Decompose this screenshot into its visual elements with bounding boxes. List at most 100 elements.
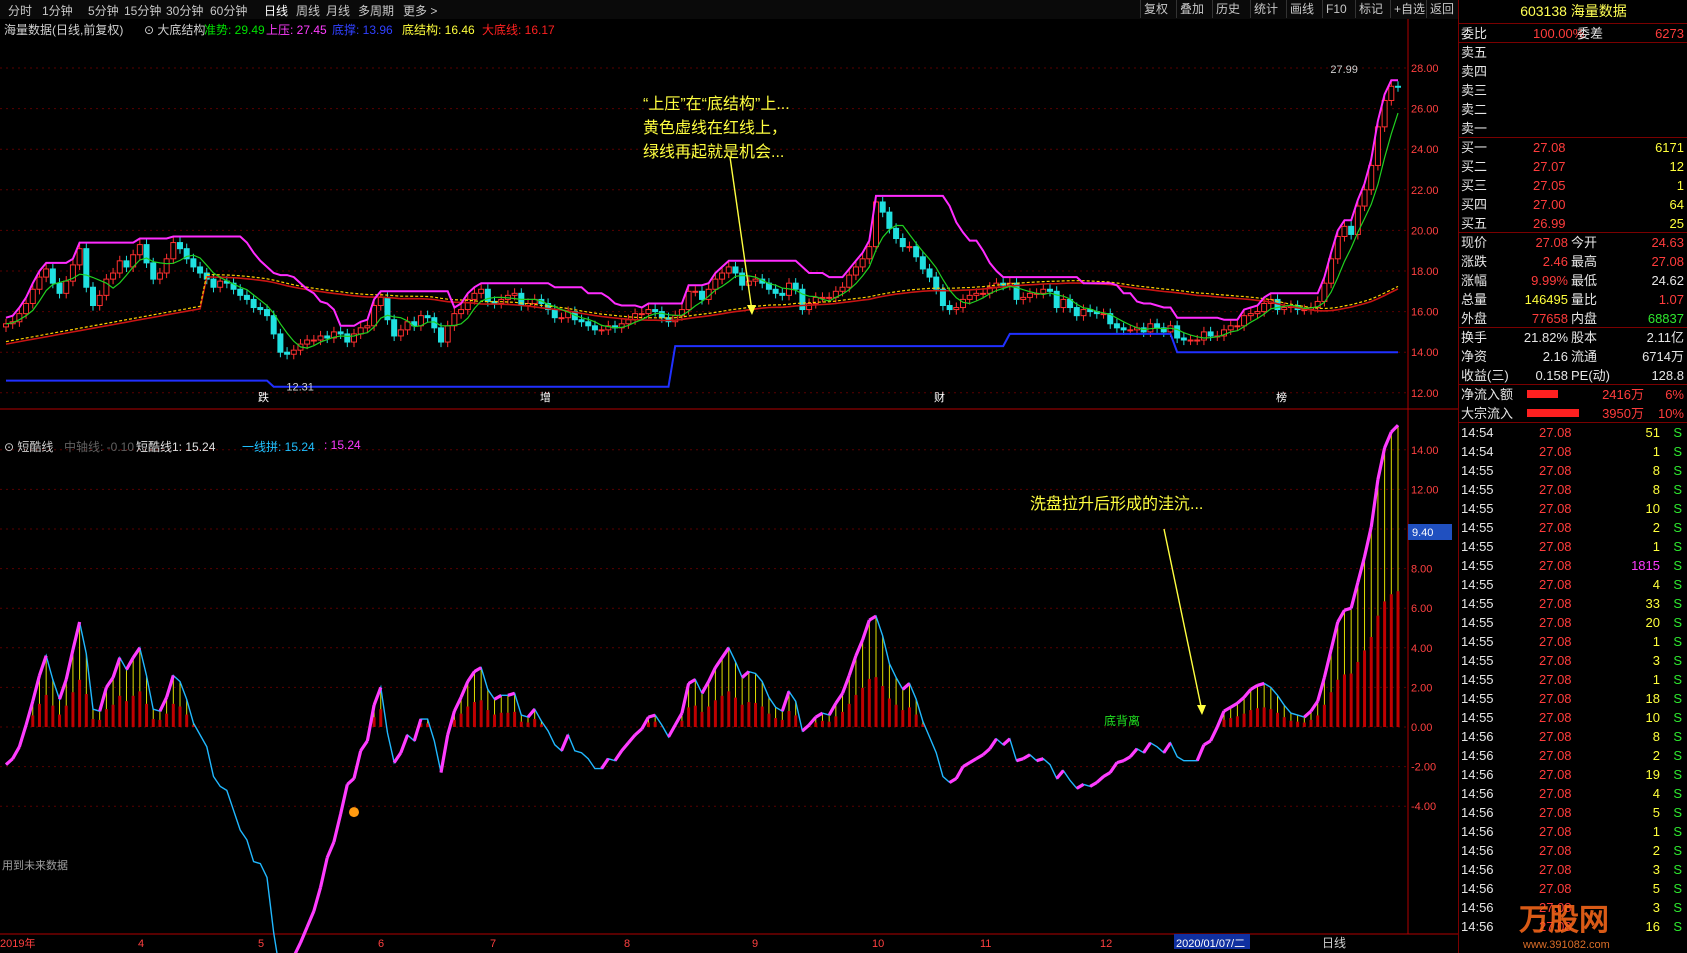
candle-body bbox=[852, 266, 859, 276]
quote-row: 14:55 27.08 10 S bbox=[1459, 499, 1687, 518]
chart-area[interactable]: 28.00 26.00 24.00 22.00 20.00 18.00 16.00 14.00… bbox=[0, 19, 1458, 953]
event-marker: 增 bbox=[540, 390, 551, 404]
quote-cell: 10 bbox=[1645, 710, 1660, 725]
quote-cell: S bbox=[1673, 501, 1682, 516]
lower-info-item-4: : 15.24 bbox=[324, 438, 361, 452]
period-1[interactable]: 1分钟 bbox=[42, 2, 73, 19]
candle-body bbox=[1334, 235, 1341, 260]
quote-cell: S bbox=[1673, 748, 1682, 763]
toolbar-button-4[interactable]: 画线 bbox=[1286, 0, 1317, 18]
toolbar-button-5[interactable]: F10 bbox=[1322, 0, 1350, 18]
quote-cell: 2 bbox=[1652, 520, 1660, 535]
quote-cell: 流通 bbox=[1571, 349, 1598, 364]
quote-cell: 27.00 bbox=[1533, 197, 1566, 212]
candle-body bbox=[1247, 313, 1254, 317]
period-3[interactable]: 15分钟 bbox=[124, 2, 161, 19]
short-line-rising bbox=[507, 691, 516, 697]
candle-body bbox=[973, 292, 980, 296]
candle-body bbox=[699, 290, 705, 300]
candle-body bbox=[511, 292, 518, 296]
quote-cell: 5 bbox=[1652, 805, 1660, 820]
quote-cell: S bbox=[1673, 729, 1682, 744]
quote-cell: 27.08 bbox=[1539, 596, 1572, 611]
quote-cell: 14:54 bbox=[1461, 444, 1494, 459]
xaxis-label: 8 bbox=[624, 938, 630, 950]
quote-cell: 146495 bbox=[1524, 292, 1568, 307]
toolbar-button-7[interactable]: +自选 bbox=[1390, 0, 1428, 18]
quote-cell: 68837 bbox=[1647, 311, 1684, 326]
upper-annotation: 黄色虚线在红线上， bbox=[643, 119, 787, 137]
lower-info-item-1: 中轴线: -0.10 bbox=[64, 440, 135, 454]
toolbar-button-2[interactable]: 历史 bbox=[1212, 0, 1243, 18]
quote-row: 换手 21.82% 股本 2.11亿 bbox=[1459, 328, 1687, 347]
candle-body bbox=[859, 258, 866, 268]
quote-cell: S bbox=[1673, 767, 1682, 782]
quote-cell: 10% bbox=[1657, 406, 1684, 421]
period-0[interactable]: 分时 bbox=[8, 2, 32, 19]
candle-body bbox=[317, 335, 324, 341]
quote-row: 涨跌 2.46 最高 27.08 bbox=[1459, 252, 1687, 271]
event-marker: 跌 bbox=[258, 390, 269, 404]
candle-body bbox=[364, 325, 371, 329]
period-7[interactable]: 周线 bbox=[296, 2, 320, 19]
quote-cell: 27.08 bbox=[1539, 539, 1572, 554]
quote-cell: 现价 bbox=[1461, 235, 1488, 250]
candle-body bbox=[337, 331, 344, 335]
candle-body bbox=[591, 325, 598, 331]
quote-cell: PE(动) bbox=[1571, 368, 1611, 383]
quote-cell: 2416万 bbox=[1602, 387, 1644, 402]
quote-cell: 77658 bbox=[1531, 311, 1568, 326]
toolbar-button-1[interactable]: 叠加 bbox=[1176, 0, 1207, 18]
period-8[interactable]: 月线 bbox=[326, 2, 350, 19]
candle-body bbox=[839, 286, 846, 292]
period-9[interactable]: 多周期 bbox=[358, 2, 394, 19]
upper-info-item-2: 准势: 29.49 bbox=[204, 23, 265, 37]
quote-cell: 卖三 bbox=[1461, 83, 1488, 98]
quote-cell: S bbox=[1673, 596, 1682, 611]
upper-annotation: “上压”在“底结构”上... bbox=[643, 95, 790, 113]
quote-row: 14:55 27.08 8 S bbox=[1459, 480, 1687, 499]
quote-row: 总量 146495 量比 1.07 bbox=[1459, 290, 1687, 309]
quote-cell: 24.63 bbox=[1651, 235, 1684, 250]
quote-cell: 1 bbox=[1652, 634, 1660, 649]
quote-cell: 27.08 bbox=[1539, 425, 1572, 440]
period-10[interactable]: 更多 > bbox=[403, 2, 437, 19]
period-2[interactable]: 5分钟 bbox=[88, 2, 119, 19]
candle-body bbox=[551, 309, 558, 319]
quote-cell: 14:56 bbox=[1461, 862, 1494, 877]
period-5[interactable]: 60分钟 bbox=[210, 2, 247, 19]
quote-cell: 14:55 bbox=[1461, 482, 1494, 497]
quote-cell: 1 bbox=[1652, 539, 1660, 554]
toolbar-button-3[interactable]: 统计 bbox=[1250, 0, 1281, 18]
quote-cell: 6714万 bbox=[1642, 349, 1684, 364]
quote-cell: 卖五 bbox=[1461, 45, 1488, 60]
quote-cell: 6% bbox=[1665, 387, 1684, 402]
divergence-label: 底背离 bbox=[1104, 713, 1140, 728]
toolbar-button-6[interactable]: 标记 bbox=[1355, 0, 1386, 18]
xaxis-label: 10 bbox=[872, 938, 884, 950]
candle-body bbox=[217, 280, 224, 288]
quote-cell: 14:55 bbox=[1461, 710, 1494, 725]
quote-cell: 1 bbox=[1652, 672, 1660, 687]
quote-cell: S bbox=[1673, 843, 1682, 858]
quote-cell: S bbox=[1673, 710, 1682, 725]
yaxis-label: 18.00 bbox=[1411, 266, 1439, 278]
candle-body bbox=[1281, 307, 1288, 311]
quote-cell: S bbox=[1673, 634, 1682, 649]
toolbar-button-8[interactable]: 返回 bbox=[1426, 0, 1457, 18]
quote-row: 14:56 27.08 8 S bbox=[1459, 727, 1687, 746]
yaxis-label: 28.00 bbox=[1411, 63, 1439, 75]
quote-cell: 64 bbox=[1669, 197, 1684, 212]
period-6[interactable]: 日线 bbox=[264, 2, 288, 19]
quote-cell: S bbox=[1673, 900, 1682, 915]
quote-cell: 14:55 bbox=[1461, 615, 1494, 630]
quote-cell: 委差 bbox=[1577, 26, 1604, 41]
period-4[interactable]: 30分钟 bbox=[166, 2, 203, 19]
quote-cell: 买二 bbox=[1461, 159, 1488, 174]
short-line-rising bbox=[1344, 606, 1352, 612]
quote-row: 买一 27.08 6171 bbox=[1459, 138, 1687, 157]
quote-cell: 2 bbox=[1652, 748, 1660, 763]
toolbar-button-0[interactable]: 复权 bbox=[1140, 0, 1171, 18]
quote-cell: S bbox=[1673, 824, 1682, 839]
quote-row: 14:55 27.08 1 S bbox=[1459, 632, 1687, 651]
